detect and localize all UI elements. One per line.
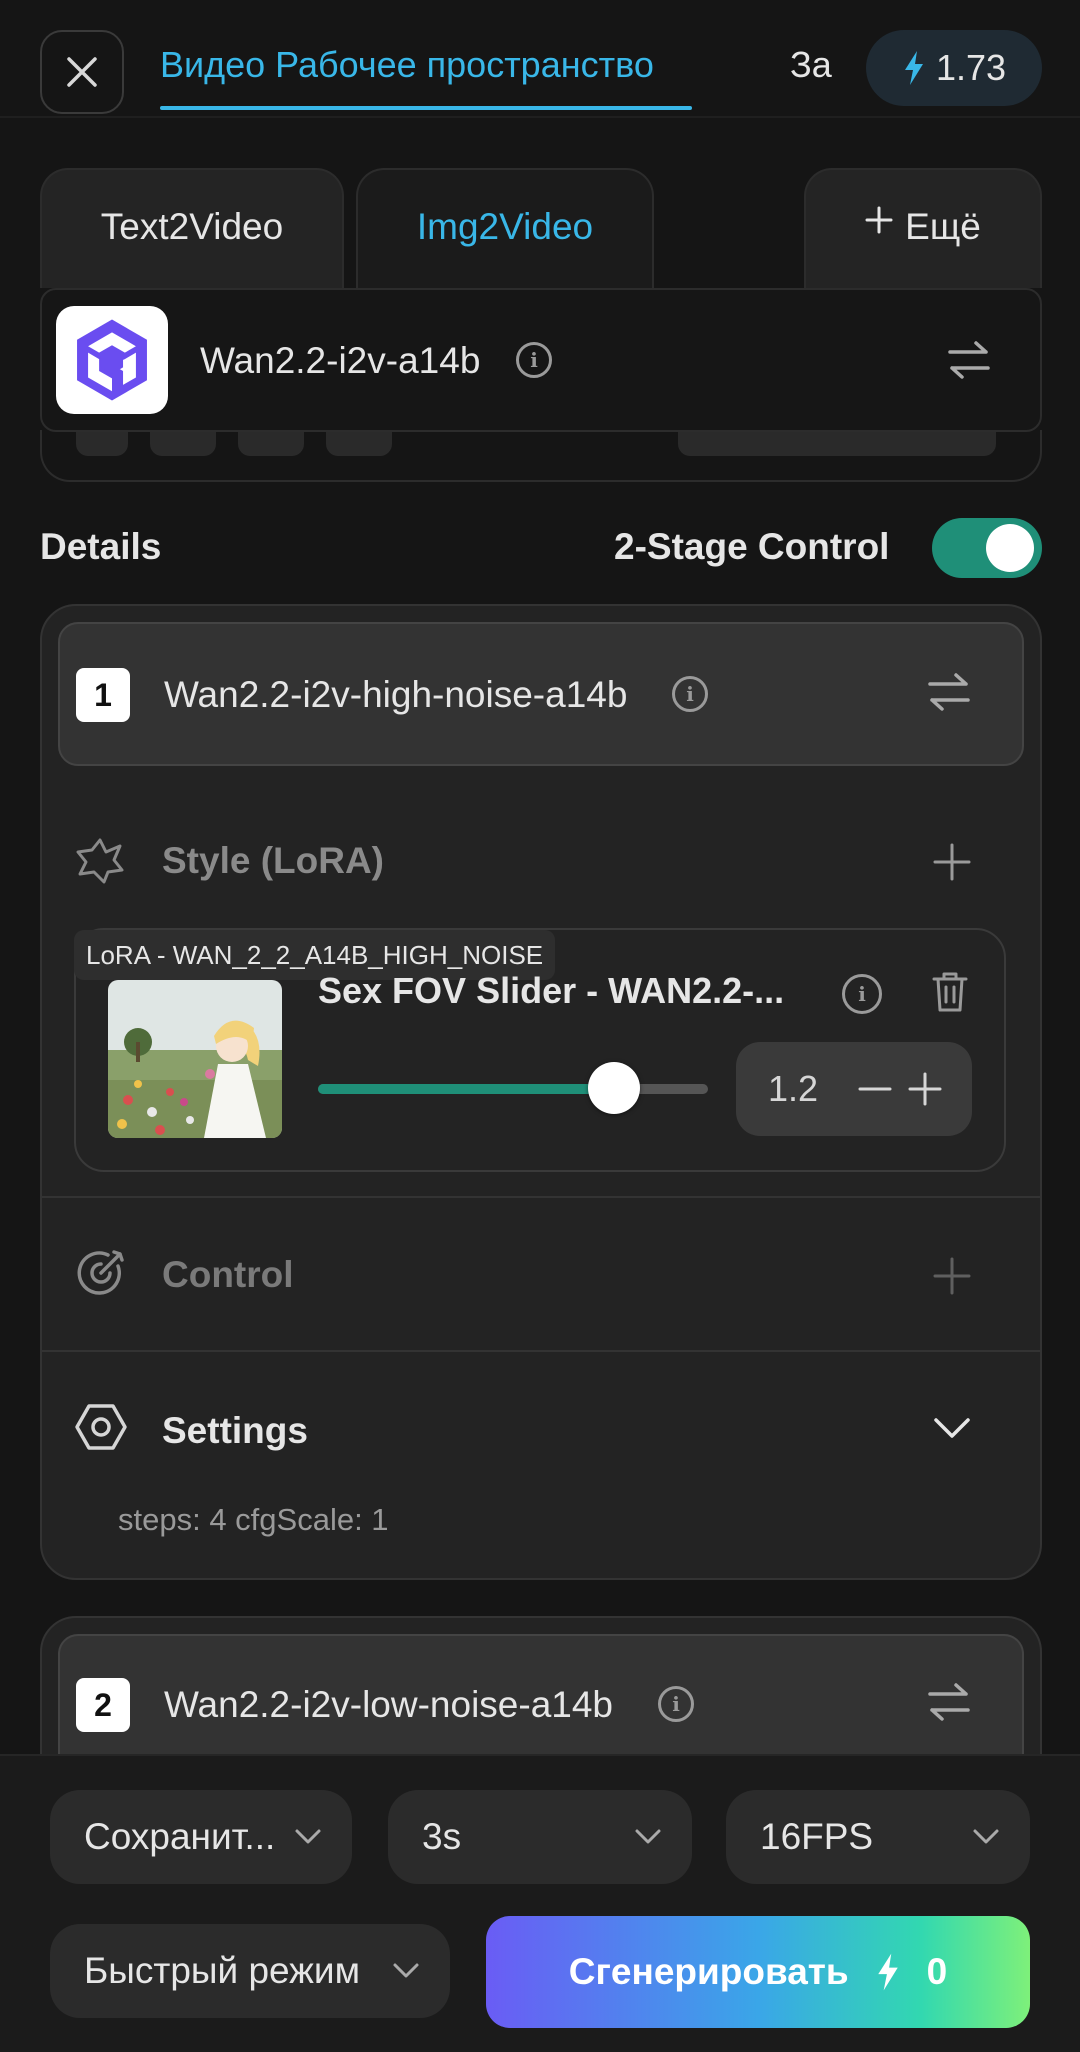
fps-value: 16FPS [760,1816,874,1857]
lora-thumbnail[interactable] [108,980,282,1138]
trash-icon [932,972,968,1012]
lightning-icon [904,51,923,85]
lora-thumbnail-image [108,980,282,1138]
model-swap-button[interactable] [946,340,992,380]
settings-hexagon-icon [74,1402,128,1452]
model-logo [56,306,168,414]
add-control-button[interactable] [932,1256,972,1296]
lora-strength-value: 1.2 [768,1068,819,1109]
toggle-knob [986,524,1034,572]
duration-dropdown[interactable]: 3s [388,1790,692,1884]
chevron-down-icon [635,1829,661,1844]
tab-text2video-label: Text2Video [100,206,284,247]
strength-decrease-button[interactable] [858,1074,892,1104]
stage-2-swap-button[interactable] [926,1682,972,1722]
mode-value: Быстрый режим [84,1950,361,1991]
model-info-icon[interactable]: i [516,342,552,378]
header-za-label[interactable]: За [790,44,832,86]
stage-1-swap-button[interactable] [926,672,972,712]
details-heading: Details [40,526,162,567]
section-divider [40,1350,1042,1352]
control-label: Control [162,1254,294,1295]
generate-button[interactable]: Сгенерировать 0 [486,1916,1030,2028]
lora-name: Sex FOV Slider - WAN2.2-... [318,970,785,1011]
tab-text2video[interactable]: Text2Video [40,168,344,288]
credits-value: 1.73 [935,47,1007,88]
save-format-value: Сохранит... [84,1816,276,1857]
plus-icon [933,843,971,881]
minus-icon [858,1087,892,1091]
generate-cost: 0 [926,1951,948,1992]
stage-1-info-icon[interactable]: i [672,676,708,712]
style-lora-label: Style (LoRA) [162,840,384,881]
stage-2-info-icon[interactable]: i [658,1686,694,1722]
close-icon [67,57,97,87]
stage-1-number: 1 [76,668,130,722]
swap-icon [928,673,970,711]
strip-option-icon [326,430,392,456]
settings-summary: steps: 4 cfgScale: 1 [118,1502,389,1537]
stage-2-number: 2 [76,1678,130,1732]
stage-2-model-name: Wan2.2-i2v-low-noise-a14b [164,1684,614,1725]
credits-badge[interactable]: 1.73 [866,30,1042,106]
chevron-down-icon [393,1963,419,1978]
swap-icon [948,341,990,379]
chevron-down-icon [973,1829,999,1844]
mode-dropdown[interactable]: Быстрый режим [50,1924,450,2018]
lora-strength-slider-handle[interactable] [588,1062,640,1114]
settings-label: Settings [162,1410,308,1451]
lora-info-icon[interactable]: i [842,974,882,1014]
lora-delete-button[interactable] [930,970,970,1014]
plus-icon [933,1257,971,1295]
section-divider [40,1196,1042,1198]
strip-option-pill [678,430,996,456]
strength-increase-button[interactable] [908,1072,942,1106]
workspace-tab-title[interactable]: Видео Рабочее пространство [160,44,654,86]
chevron-down-icon [934,1418,970,1438]
strip-option-icon [150,430,216,456]
chevron-down-icon [295,1829,321,1844]
settings-expand-button[interactable] [932,1414,972,1442]
duration-value: 3s [422,1816,462,1857]
topbar-divider [0,116,1080,118]
tab-img2video-label: Img2Video [416,206,594,247]
close-button[interactable] [40,30,124,114]
model-name: Wan2.2-i2v-a14b [200,340,481,381]
lora-strength-slider-fill [318,1084,614,1094]
style-lora-icon [74,836,126,886]
strip-option-icon [238,430,304,456]
qwen-logo-icon [77,319,147,401]
save-format-dropdown[interactable]: Сохранит... [50,1790,352,1884]
generate-label: Сгенерировать [568,1951,849,1992]
add-lora-button[interactable] [932,842,972,882]
swap-icon [928,1683,970,1721]
control-icon [74,1246,128,1300]
strip-option-icon [76,430,128,456]
lightning-icon [877,1953,898,1991]
active-tab-underline [160,106,692,110]
tab-more-label: Ещё [905,206,981,247]
two-stage-label: 2-Stage Control [614,526,890,567]
plus-icon [865,206,893,234]
fps-dropdown[interactable]: 16FPS [726,1790,1030,1884]
stage-1-model-name: Wan2.2-i2v-high-noise-a14b [164,674,628,715]
plus-icon [908,1072,942,1106]
tab-img2video[interactable]: Img2Video [356,168,654,288]
tab-more[interactable]: Ещё [804,168,1042,288]
